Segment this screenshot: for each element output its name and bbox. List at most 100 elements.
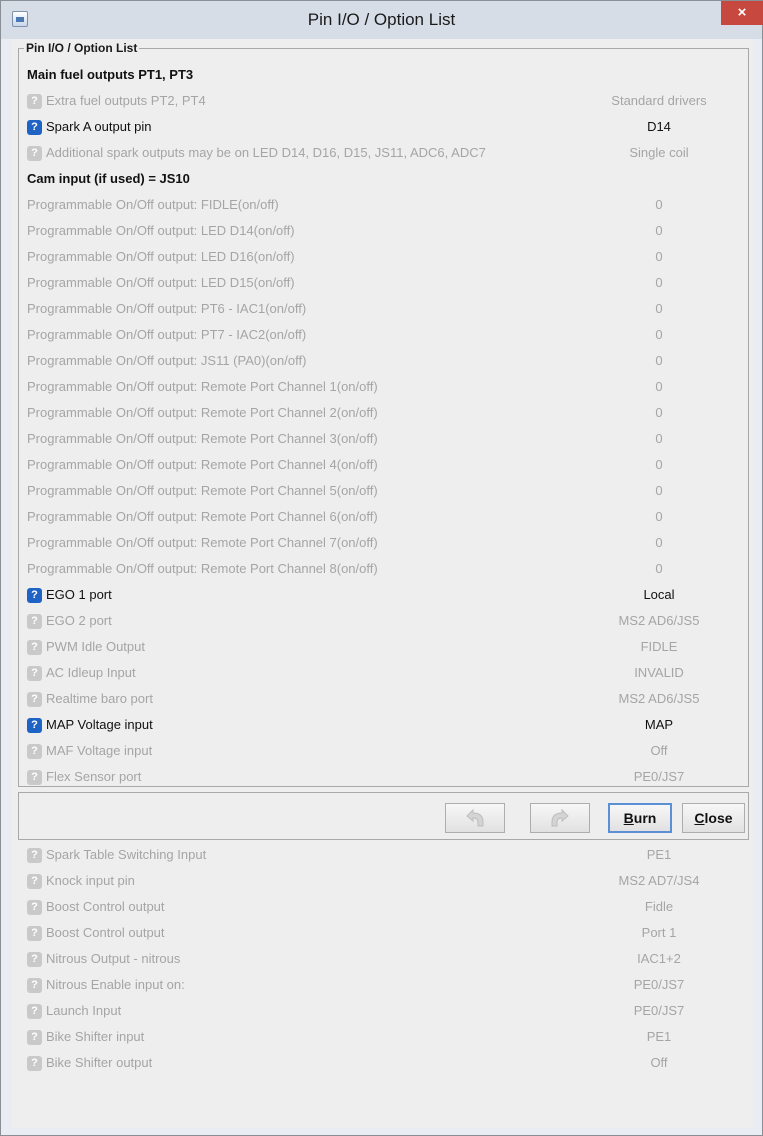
option-value: Port 1 — [641, 925, 677, 940]
option-row[interactable]: Programmable On/Off output: Remote Port … — [27, 452, 743, 478]
option-value: 0 — [655, 561, 663, 576]
help-icon: ? — [27, 770, 42, 785]
option-row[interactable]: ? AC Idleup Input INVALID — [27, 660, 743, 686]
option-label: Extra fuel outputs PT2, PT4 — [46, 93, 206, 108]
option-label: Programmable On/Off output: LED D16(on/o… — [27, 249, 295, 264]
option-value: 0 — [655, 483, 663, 498]
option-row[interactable]: Programmable On/Off output: PT7 - IAC2(o… — [27, 322, 743, 348]
option-row[interactable]: ? Boost Control output Fidle — [27, 894, 743, 920]
option-row[interactable]: ? Boost Control output Port 1 — [27, 920, 743, 946]
option-value: PE0/JS7 — [633, 1003, 685, 1018]
option-label: Spark Table Switching Input — [46, 847, 207, 862]
option-row[interactable]: ? Nitrous Output - nitrous IAC1+2 — [27, 946, 743, 972]
close-button[interactable]: Close — [682, 803, 745, 833]
option-list: Main fuel outputs PT1, PT3? Extra fuel ou… — [27, 62, 743, 1076]
burn-button[interactable]: Burn — [608, 803, 672, 833]
option-row[interactable]: Programmable On/Off output: JS11 (PA0)(o… — [27, 348, 743, 374]
option-value: PE0/JS7 — [633, 769, 685, 784]
option-row[interactable]: ? Nitrous Enable input on: PE0/JS7 — [27, 972, 743, 998]
option-label: Nitrous Enable input on: — [46, 977, 185, 992]
option-row[interactable]: Programmable On/Off output: Remote Port … — [27, 478, 743, 504]
option-label: Programmable On/Off output: Remote Port … — [27, 379, 378, 394]
option-label: Programmable On/Off output: LED D14(on/o… — [27, 223, 295, 238]
option-row[interactable]: ? Realtime baro port MS2 AD6/JS5 — [27, 686, 743, 712]
option-row[interactable]: ? Bike Shifter output Off — [27, 1050, 743, 1076]
option-row[interactable]: Programmable On/Off output: Remote Port … — [27, 400, 743, 426]
option-row[interactable]: ? Knock input pin MS2 AD7/JS4 — [27, 868, 743, 894]
option-value: Standard drivers — [611, 93, 707, 108]
window-title: Pin I/O / Option List — [307, 10, 456, 29]
option-row[interactable]: ? Additional spark outputs may be on LED … — [27, 140, 743, 166]
help-icon[interactable]: ? — [27, 588, 42, 603]
option-value: 0 — [655, 379, 663, 394]
option-row[interactable]: ? Launch Input PE0/JS7 — [27, 998, 743, 1024]
option-label: Programmable On/Off output: Remote Port … — [27, 431, 378, 446]
option-label: Programmable On/Off output: PT6 - IAC1(o… — [27, 301, 307, 316]
help-icon[interactable]: ? — [27, 120, 42, 135]
option-value: 0 — [655, 509, 663, 524]
title-bar[interactable]: Pin I/O / Option List × — [1, 1, 763, 39]
option-value: MS2 AD6/JS5 — [618, 691, 700, 706]
option-value: 0 — [655, 223, 663, 238]
option-row[interactable]: Programmable On/Off output: Remote Port … — [27, 530, 743, 556]
option-row[interactable]: Programmable On/Off output: FIDLE(on/off… — [27, 192, 743, 218]
option-row[interactable]: ? Extra fuel outputs PT2, PT4 Standard dri… — [27, 88, 743, 114]
option-row[interactable]: Programmable On/Off output: Remote Port … — [27, 504, 743, 530]
undo-button[interactable] — [445, 803, 505, 833]
help-icon: ? — [27, 926, 42, 941]
option-value: 0 — [655, 405, 663, 420]
option-row[interactable]: ? MAP Voltage input MAP — [27, 712, 743, 738]
option-row: Main fuel outputs PT1, PT3 — [27, 62, 743, 88]
option-row[interactable]: ? EGO 1 port Local — [27, 582, 743, 608]
option-label: EGO 2 port — [46, 613, 112, 628]
option-value[interactable]: D14 — [547, 114, 763, 140]
option-row[interactable]: ? MAF Voltage input Off — [27, 738, 743, 764]
option-row[interactable]: Programmable On/Off output: Remote Port … — [27, 426, 743, 452]
help-icon: ? — [27, 692, 42, 707]
option-value: PE1 — [646, 1029, 672, 1044]
option-label: Realtime baro port — [46, 691, 153, 706]
option-value[interactable]: Local — [547, 582, 763, 608]
option-label: PWM Idle Output — [46, 639, 145, 654]
option-label: Cam input (if used) = JS10 — [27, 171, 190, 186]
option-row[interactable]: ? Bike Shifter input PE1 — [27, 1024, 743, 1050]
option-label: Main fuel outputs PT1, PT3 — [27, 67, 194, 82]
option-row[interactable]: Programmable On/Off output: LED D14(on/o… — [27, 218, 743, 244]
help-icon: ? — [27, 666, 42, 681]
help-icon: ? — [27, 640, 42, 655]
option-value: Off — [650, 1055, 668, 1070]
window-close-button[interactable]: × — [721, 1, 763, 25]
option-value: 0 — [655, 249, 663, 264]
option-row[interactable]: ? Spark Table Switching Input PE1 — [27, 842, 743, 868]
redo-button[interactable] — [530, 803, 590, 833]
help-icon: ? — [27, 744, 42, 759]
option-row[interactable]: ? EGO 2 port MS2 AD6/JS5 — [27, 608, 743, 634]
option-row[interactable]: Programmable On/Off output: Remote Port … — [27, 556, 743, 582]
option-row[interactable]: Programmable On/Off output: LED D15(on/o… — [27, 270, 743, 296]
option-value: MS2 AD7/JS4 — [618, 873, 700, 888]
option-label: Programmable On/Off output: Remote Port … — [27, 457, 378, 472]
option-value: Single coil — [629, 145, 689, 160]
redo-icon — [551, 808, 569, 827]
button-bar: Burn Close — [18, 792, 749, 840]
option-value: INVALID — [634, 665, 684, 680]
option-row[interactable]: ? Flex Sensor port PE0/JS7 — [27, 764, 743, 790]
help-icon: ? — [27, 952, 42, 967]
option-row[interactable]: Programmable On/Off output: PT6 - IAC1(o… — [27, 296, 743, 322]
help-icon: ? — [27, 978, 42, 993]
option-row[interactable]: ? PWM Idle Output FIDLE — [27, 634, 743, 660]
help-icon: ? — [27, 1056, 42, 1071]
option-row[interactable]: ? Spark A output pin D14 — [27, 114, 743, 140]
option-value: FIDLE — [640, 639, 678, 654]
option-value[interactable]: MAP — [547, 712, 763, 738]
help-icon[interactable]: ? — [27, 718, 42, 733]
undo-icon — [466, 808, 484, 827]
option-label: Bike Shifter output — [46, 1055, 153, 1070]
option-row[interactable]: Programmable On/Off output: Remote Port … — [27, 374, 743, 400]
option-value: 0 — [655, 535, 663, 550]
dialog-window: Pin I/O / Option List × Pin I/O / Option… — [0, 0, 763, 1136]
help-icon: ? — [27, 874, 42, 889]
option-row[interactable]: Programmable On/Off output: LED D16(on/o… — [27, 244, 743, 270]
option-label: Programmable On/Off output: Remote Port … — [27, 405, 378, 420]
option-label: Launch Input — [46, 1003, 122, 1018]
